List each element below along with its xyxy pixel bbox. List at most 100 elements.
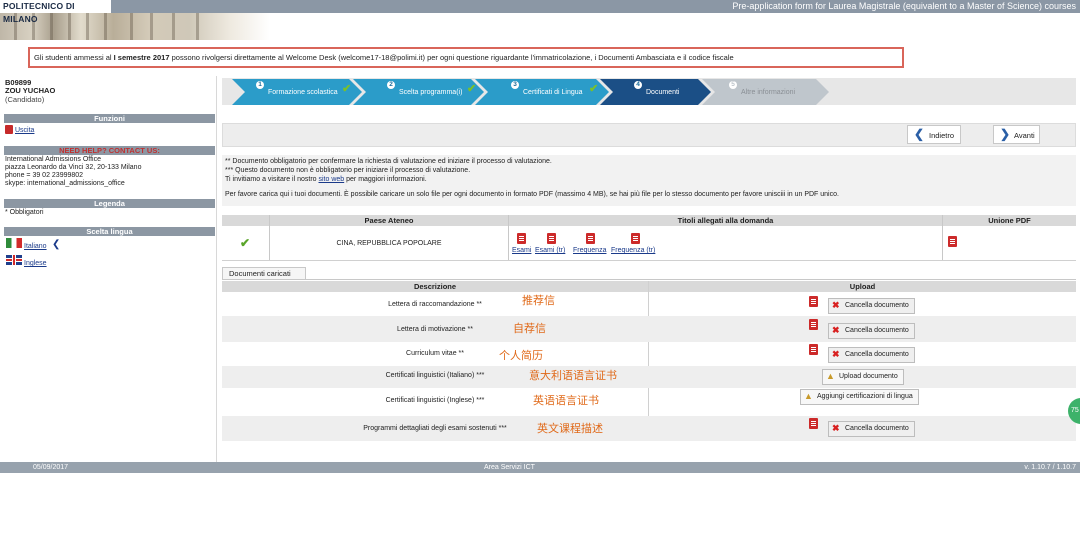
file-frequenza-tr[interactable]: Frequenza (tr) bbox=[611, 247, 655, 254]
delete-icon: ✖ bbox=[832, 349, 840, 359]
header-descrizione: Descrizione bbox=[222, 281, 648, 292]
pdf-icon[interactable] bbox=[809, 344, 818, 355]
add-certification-label: Aggiungi certificazioni di lingua bbox=[817, 393, 913, 400]
row-3-annotation: 个人简历 bbox=[499, 350, 543, 362]
info-box: ** Documento obbligatorio per confermare… bbox=[222, 155, 1076, 206]
step-5-number: 5 bbox=[729, 81, 737, 89]
footer-date: 05/09/2017 bbox=[33, 464, 69, 471]
next-button-label: Avanti bbox=[1014, 131, 1035, 140]
footer-center: Area Servizi ICT bbox=[484, 464, 535, 471]
next-button[interactable]: ❯ Avanti bbox=[993, 125, 1040, 144]
step-2[interactable]: 2 Scelta programma(i) ✔ bbox=[377, 80, 487, 105]
help-line-2: piazza Leonardo da Vinci 32, 20-133 Mila… bbox=[5, 164, 142, 171]
language-inglese[interactable]: Inglese bbox=[24, 260, 47, 268]
upload-icon: ▲ bbox=[804, 391, 813, 401]
upload-document-button[interactable]: ▲ Upload documento bbox=[822, 369, 904, 385]
footer: 05/09/2017 Area Servizi ICT v. 1.10.7 / … bbox=[0, 462, 1080, 473]
upload-icon: ▲ bbox=[826, 371, 835, 381]
upload-document-label: Upload documento bbox=[839, 373, 898, 380]
row-1-annotation: 推荐信 bbox=[522, 295, 555, 307]
step-3-number: 3 bbox=[511, 81, 519, 89]
delete-document-button[interactable]: ✖ Cancella documento bbox=[828, 298, 915, 314]
file-esami[interactable]: Esami bbox=[512, 247, 531, 254]
pdf-icon[interactable] bbox=[809, 319, 818, 330]
step-4[interactable]: 4 Documenti bbox=[624, 80, 714, 105]
notice-banner: Gli studenti ammessi al I semestre 2017 … bbox=[28, 47, 904, 68]
notice-bold: I semestre 2017 bbox=[113, 53, 170, 62]
notice-post: possono rivolgersi direttamente al Welco… bbox=[169, 53, 734, 62]
step-5[interactable]: 5 Altre informazioni bbox=[719, 80, 819, 105]
row-6-annotation: 英文课程描述 bbox=[537, 423, 603, 435]
notice-pre: Gli studenti ammessi al bbox=[34, 53, 114, 62]
status-check-icon: ✔ bbox=[240, 236, 251, 250]
step-3[interactable]: 3 Certificati di Lingua ✔ bbox=[501, 80, 611, 105]
file-esami-tr[interactable]: Esami (tr) bbox=[535, 247, 565, 254]
pdf-icon[interactable] bbox=[547, 233, 556, 244]
logout-link[interactable]: Uscita bbox=[15, 127, 34, 135]
row-4-annotation: 意大利语语言证书 bbox=[529, 370, 617, 382]
step-2-number: 2 bbox=[387, 81, 395, 89]
floating-widget[interactable]: 75 bbox=[1068, 398, 1080, 424]
tab-documenti-caricati[interactable]: Documenti caricati bbox=[222, 267, 306, 279]
lingua-heading: Scelta lingua bbox=[4, 227, 215, 236]
pdf-icon[interactable] bbox=[809, 418, 818, 429]
next-arrow-icon: ❯ bbox=[1000, 127, 1011, 141]
step-4-label: Documenti bbox=[646, 89, 680, 96]
step-4-number: 4 bbox=[634, 81, 642, 89]
help-heading: NEED HELP? CONTACT US: bbox=[4, 146, 215, 155]
header-upload: Upload bbox=[649, 281, 1076, 292]
delete-document-button[interactable]: ✖ Cancella documento bbox=[828, 347, 915, 363]
pdf-icon[interactable] bbox=[809, 296, 818, 307]
delete-document-button[interactable]: ✖ Cancella documento bbox=[828, 323, 915, 339]
step-3-check-icon: ✔ bbox=[589, 83, 599, 95]
header-paese: Paese Ateneo bbox=[364, 216, 414, 225]
step-1[interactable]: 1 Formazione scolastica ✔ bbox=[246, 80, 356, 105]
step-3-label: Certificati di Lingua bbox=[523, 89, 583, 96]
footer-version: v. 1.10.7 / 1.10.7 bbox=[1024, 464, 1076, 471]
language-italiano[interactable]: Italiano bbox=[24, 243, 47, 251]
file-frequenza[interactable]: Frequenza bbox=[573, 247, 606, 254]
help-line-3: phone = 39 02 23999802 bbox=[5, 172, 84, 179]
row-1-description: Lettera di raccomandazione ** bbox=[388, 301, 482, 308]
step-2-check-icon: ✔ bbox=[467, 83, 477, 95]
exit-icon[interactable] bbox=[5, 125, 13, 134]
back-button[interactable]: ❮ Indietro bbox=[907, 125, 961, 144]
legenda-heading: Legenda bbox=[4, 199, 215, 208]
legenda-text: * Obbligatori bbox=[5, 209, 44, 216]
step-5-label: Altre informazioni bbox=[741, 89, 796, 96]
row-5-annotation: 英语语言证书 bbox=[533, 395, 599, 407]
row-3-description: Curriculum vitae ** bbox=[406, 350, 464, 357]
italian-flag-icon[interactable] bbox=[6, 238, 22, 248]
step-2-label: Scelta programma(i) bbox=[399, 89, 463, 96]
logo: POLITECNICO DI MILANO bbox=[0, 0, 111, 24]
uk-flag-icon[interactable] bbox=[6, 255, 22, 265]
website-link[interactable]: sito web bbox=[319, 176, 345, 183]
delete-icon: ✖ bbox=[832, 325, 840, 335]
step-1-check-icon: ✔ bbox=[342, 83, 352, 95]
delete-icon: ✖ bbox=[832, 423, 840, 433]
pdf-icon[interactable] bbox=[517, 233, 526, 244]
pdf-icon[interactable] bbox=[586, 233, 595, 244]
selected-arrow-icon: ❮ bbox=[52, 239, 61, 250]
help-line-4: skype: international_admissions_office bbox=[5, 180, 125, 187]
user-role: (Candidato) bbox=[5, 95, 45, 104]
header-photo bbox=[0, 13, 270, 40]
delete-document-button[interactable]: ✖ Cancella documento bbox=[828, 421, 915, 437]
step-1-number: 1 bbox=[256, 81, 264, 89]
info-line-2: *** Questo documento non è obbligatorio … bbox=[225, 166, 471, 174]
delete-document-label: Cancella documento bbox=[845, 425, 909, 432]
delete-document-label: Cancella documento bbox=[845, 302, 909, 309]
info-line-3-post: per maggiori informazioni. bbox=[344, 175, 427, 183]
help-line-1: International Admissions Office bbox=[5, 156, 101, 163]
funzioni-heading: Funzioni bbox=[4, 114, 215, 123]
header-titoli: Titoli allegati alla domanda bbox=[677, 216, 774, 225]
add-language-certification-button[interactable]: ▲ Aggiungi certificazioni di lingua bbox=[800, 389, 919, 405]
pdf-icon[interactable] bbox=[631, 233, 640, 244]
floating-widget-label: 75 bbox=[1068, 398, 1080, 424]
delete-icon: ✖ bbox=[832, 300, 840, 310]
info-line-3-pre: Ti invitiamo a visitare il nostro bbox=[225, 175, 319, 183]
info-line-4: Per favore carica qui i tuoi documenti. … bbox=[225, 191, 839, 199]
merged-pdf-icon[interactable] bbox=[948, 236, 957, 247]
header-unione: Unione PDF bbox=[988, 216, 1031, 225]
back-arrow-icon: ❮ bbox=[914, 127, 925, 141]
